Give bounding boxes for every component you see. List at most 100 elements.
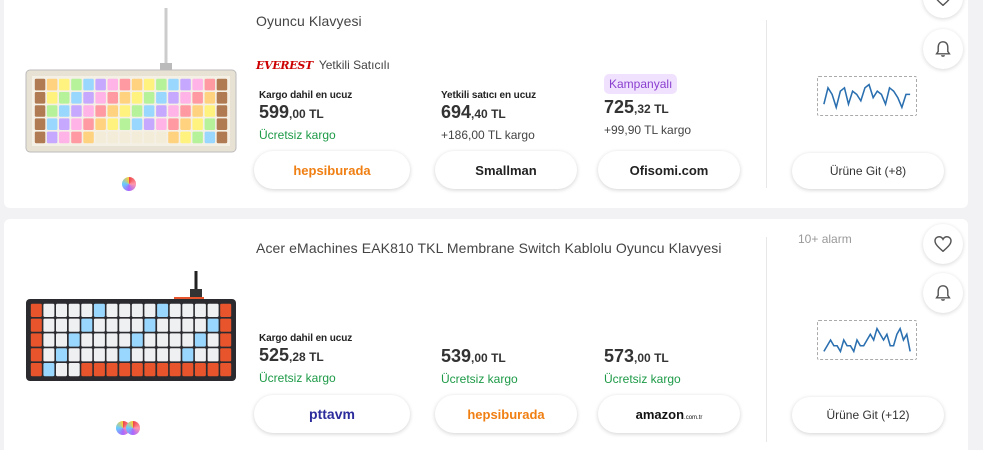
keycap <box>220 318 232 332</box>
keycap <box>95 131 106 144</box>
store-name: hepsiburada <box>293 162 371 178</box>
keycap <box>144 363 156 377</box>
offer: 539,00 TL Ücretsiz kargo <box>441 345 591 386</box>
keycap <box>180 78 191 91</box>
keycap <box>180 92 191 104</box>
keycap <box>169 363 181 377</box>
keycap <box>30 318 42 332</box>
keycap <box>180 131 191 144</box>
keycap <box>56 333 67 347</box>
keycap <box>143 78 155 91</box>
store-button-smallman[interactable]: Smallman <box>435 151 577 189</box>
store-button-pttavm[interactable]: pttavm <box>254 395 410 433</box>
price-alarm-button[interactable] <box>923 29 963 69</box>
authorized-seller: EVEREST Yetkili Satıcılı <box>256 58 390 72</box>
product-image[interactable] <box>24 8 240 158</box>
product-title[interactable]: Oyuncu Klavyesi <box>256 13 362 29</box>
price-history-line <box>823 326 911 354</box>
keycap <box>169 303 181 317</box>
product-image[interactable] <box>24 269 240 389</box>
keycap <box>168 105 179 117</box>
keycap <box>194 318 206 332</box>
keycap <box>180 105 191 117</box>
keycap <box>107 92 118 104</box>
store-name: amazon.com.tr <box>635 406 703 422</box>
keycap <box>168 118 179 130</box>
offer-label: Kargo dahil en ucuz <box>259 90 353 101</box>
keycap <box>204 92 216 104</box>
alarm-count: 10+ alarm <box>798 232 852 246</box>
divider <box>766 237 767 442</box>
keycap <box>59 92 70 104</box>
keycap <box>156 118 167 130</box>
price-history-chart[interactable] <box>817 320 917 360</box>
keycap <box>107 118 118 130</box>
keycap <box>95 92 106 104</box>
keycap <box>156 105 167 117</box>
heart-icon <box>934 236 952 252</box>
favorite-button[interactable] <box>923 224 963 264</box>
offer-price: 573,00 TL <box>604 346 669 366</box>
keycap <box>144 348 156 362</box>
keycap <box>119 131 131 144</box>
offer: Kargo dahil en ucuz 525,28 TL Ücretsiz k… <box>259 333 409 385</box>
keycap <box>59 78 70 91</box>
keycap <box>71 131 82 144</box>
offer-shipping: +186,00 TL kargo <box>441 128 535 142</box>
keycap <box>81 318 93 332</box>
keycap <box>68 303 80 317</box>
store-button-hepsiburada[interactable]: hepsiburada <box>435 395 577 433</box>
store-button-amazon[interactable]: amazon.com.tr <box>598 395 740 433</box>
keycap <box>156 92 167 104</box>
keyboard-image <box>25 8 237 153</box>
keycap <box>182 303 194 317</box>
keycap <box>83 131 94 144</box>
keycap <box>119 78 131 91</box>
keycap <box>192 105 203 117</box>
product-title[interactable]: Acer eMachines EAK810 TKL Membrane Switc… <box>256 240 722 256</box>
keycap <box>220 363 232 377</box>
keycap <box>93 348 105 362</box>
keycap <box>34 131 46 144</box>
store-name: pttavm <box>309 406 355 422</box>
keycap <box>71 118 82 130</box>
keycap <box>204 131 216 144</box>
go-to-product-button[interactable]: Ürüne Git (+12) <box>792 397 944 433</box>
keycap <box>204 78 216 91</box>
keycap <box>192 131 203 144</box>
product-card: Oyuncu Klavyesi EVEREST Yetkili Satıcılı… <box>4 0 968 208</box>
store-button-ofisomi[interactable]: Ofisomi.com <box>598 151 740 189</box>
keycap <box>46 78 58 91</box>
keycap <box>131 333 143 347</box>
keycap <box>131 105 143 117</box>
keycap <box>119 318 131 332</box>
keycap <box>30 333 42 347</box>
keycap <box>43 303 55 317</box>
offer-price: 539,00 TL <box>441 346 506 366</box>
keycap <box>68 363 80 377</box>
price-history-chart[interactable] <box>817 76 917 116</box>
store-button-hepsiburada[interactable]: hepsiburada <box>254 151 410 189</box>
favorite-button[interactable] <box>923 0 963 18</box>
keycap <box>56 303 67 317</box>
keycap <box>220 333 232 347</box>
keycap <box>192 118 203 130</box>
keycap <box>157 348 169 362</box>
keycap <box>107 78 118 91</box>
keycap <box>207 348 219 362</box>
price-alarm-button[interactable] <box>923 273 963 313</box>
keycap <box>156 78 167 91</box>
keycap <box>107 131 118 144</box>
keycap <box>204 105 216 117</box>
keycap <box>220 348 232 362</box>
keycap <box>93 333 105 347</box>
keycap <box>216 131 228 144</box>
keycap <box>182 333 194 347</box>
go-to-product-button[interactable]: Ürüne Git (+8) <box>792 153 944 189</box>
keycap <box>106 303 118 317</box>
keycap <box>93 363 105 377</box>
keycap <box>207 318 219 332</box>
campaign-badge: Kampanyalı <box>604 74 678 94</box>
keycap <box>81 303 93 317</box>
store-dots-icon <box>122 177 136 191</box>
